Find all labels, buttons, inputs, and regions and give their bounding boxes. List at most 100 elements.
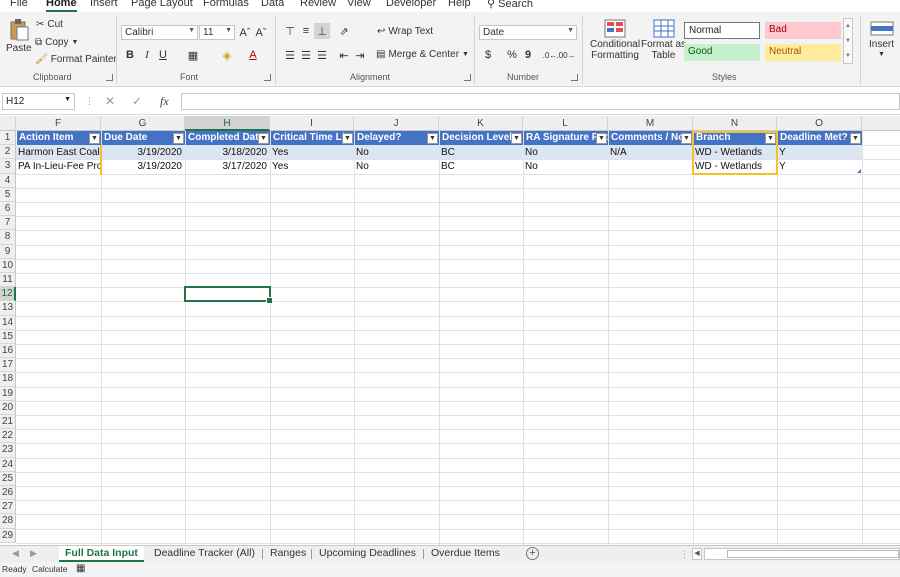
macro-recorder-icon[interactable]: ▦ [76,563,85,574]
increase-indent-icon[interactable]: ⇥ [352,47,368,63]
conditional-formatting-button[interactable]: Conditional Formatting [590,19,640,61]
align-middle-icon[interactable]: ≡ [298,23,314,39]
row-header-21[interactable]: 21 [0,415,16,430]
column-header-l[interactable]: L [523,116,608,131]
align-right-icon[interactable]: ☰ [314,47,330,63]
table-cell[interactable]: Yes [270,160,354,174]
row-header-11[interactable]: 11 [0,273,16,288]
fill-color-icon[interactable]: ◈ [219,47,235,63]
row-header-8[interactable]: 8 [0,230,16,245]
align-center-icon[interactable]: ☰ [298,47,314,63]
comma-style-button[interactable]: 9 [520,47,536,63]
table-cell[interactable] [608,160,693,174]
table-header-cell[interactable]: Critical Time Limit ▼ [271,131,354,146]
table-resize-handle[interactable] [857,168,861,173]
align-left-icon[interactable]: ☰ [282,47,298,63]
sheet-tab-upcoming-deadlines[interactable]: Upcoming Deadlines [313,546,422,562]
filter-dropdown-icon[interactable]: ▼ [681,133,692,144]
insert-cells-button[interactable]: Insert ▼ [869,20,894,58]
tab-file[interactable]: File [10,0,28,9]
table-cell[interactable]: No [523,160,608,174]
sheet-tab-full-data-input[interactable]: Full Data Input [59,546,144,562]
style-neutral[interactable]: Neutral [765,44,841,61]
row-header-27[interactable]: 27 [0,500,16,515]
column-header-o[interactable]: O [777,116,862,131]
table-cell[interactable]: Yes [270,146,354,160]
style-good[interactable]: Good [684,44,760,61]
table-header-cell[interactable]: Due Date ▼ [102,131,185,146]
insert-function-button[interactable]: fx [160,94,169,109]
table-header-cell[interactable]: RA Signature Required▼ [524,131,608,146]
filter-dropdown-icon[interactable]: ▼ [511,133,522,144]
underline-button[interactable]: U [155,47,171,63]
row-header-10[interactable]: 10 [0,258,16,273]
number-format-select[interactable]: Date ▼ [479,25,577,40]
tab-review[interactable]: Review [300,0,336,9]
tab-view[interactable]: View [347,0,371,9]
filter-dropdown-icon[interactable]: ▼ [89,133,100,144]
filter-dropdown-icon[interactable]: ▼ [596,133,607,144]
decrease-font-icon[interactable]: Aˇ [253,25,269,41]
select-all-corner[interactable] [0,116,16,131]
paste-button[interactable]: Paste [6,18,32,54]
table-cell[interactable]: 3/19/2020 [101,160,185,174]
table-cell[interactable]: Y [777,160,862,174]
name-box[interactable]: H12 ▼ [2,93,75,110]
font-size-select[interactable]: 11 ▼ [199,25,235,40]
row-header-9[interactable]: 9 [0,244,16,259]
enter-icon[interactable]: ✓ [132,94,142,108]
table-cell[interactable]: Y [777,146,862,160]
align-top-icon[interactable]: ⊤ [282,23,298,39]
row-header-25[interactable]: 25 [0,471,16,486]
wrap-text-button[interactable]: ↩ Wrap Text [377,26,433,37]
filter-dropdown-icon[interactable]: ▼ [258,133,269,144]
row-header-20[interactable]: 20 [0,400,16,415]
row-header-4[interactable]: 4 [0,173,16,188]
row-header-23[interactable]: 23 [0,443,16,458]
row-header-2[interactable]: 2 [0,145,16,160]
scrollbar-thumb[interactable] [727,550,899,558]
style-normal[interactable]: Normal [684,22,760,39]
row-header-22[interactable]: 22 [0,429,16,444]
tab-help[interactable]: Help [448,0,471,9]
decrease-indent-icon[interactable]: ⇤ [336,47,352,63]
row-header-16[interactable]: 16 [0,344,16,359]
row-header-5[interactable]: 5 [0,187,16,202]
table-cell[interactable]: BC [439,146,523,160]
bold-button[interactable]: B [122,47,138,63]
add-sheet-icon[interactable]: + [526,547,539,560]
borders-icon[interactable]: ▦ [185,47,201,63]
table-header-cell[interactable]: Comments / Notes ▼ [609,131,693,146]
merge-center-button[interactable]: ▤ Merge & Center ▼ [376,49,469,60]
font-color-icon[interactable]: A [245,47,261,63]
row-header-28[interactable]: 28 [0,514,16,529]
row-header-3[interactable]: 3 [0,159,16,174]
align-bottom-icon[interactable]: ⊥ [314,23,330,39]
row-header-17[interactable]: 17 [0,358,16,373]
table-header-cell[interactable]: Decision Level ▼ [440,131,523,146]
column-header-i[interactable]: I [270,116,354,131]
style-bad[interactable]: Bad [765,22,841,39]
scroll-left-icon[interactable]: ◀ [692,548,702,560]
tab-formulas[interactable]: Formulas [203,0,249,9]
row-header-18[interactable]: 18 [0,372,16,387]
cut-button[interactable]: ✂ Cut [36,19,63,30]
column-header-k[interactable]: K [439,116,523,131]
currency-button[interactable]: $ [480,47,496,63]
increase-font-icon[interactable]: Aˆ [237,25,253,41]
row-header-15[interactable]: 15 [0,329,16,344]
copy-button[interactable]: ⧉ Copy ▼ [35,37,78,48]
row-header-13[interactable]: 13 [0,301,16,316]
table-header-cell[interactable]: Deadline Met? ▼ [778,131,862,146]
table-cell[interactable]: 3/19/2020 [101,146,185,160]
tab-insert[interactable]: Insert [90,0,118,9]
row-header-26[interactable]: 26 [0,486,16,501]
row-header-6[interactable]: 6 [0,202,16,217]
italic-button[interactable]: I [139,47,155,63]
search-box[interactable]: ⚲ Search [487,0,533,10]
table-header-cell[interactable]: Completed Date ▼ [186,131,270,146]
row-header-19[interactable]: 19 [0,386,16,401]
column-header-j[interactable]: J [354,116,439,131]
tab-home[interactable]: Home [46,0,77,12]
scroll-tabs-left-icon[interactable]: ◀ [12,548,19,559]
